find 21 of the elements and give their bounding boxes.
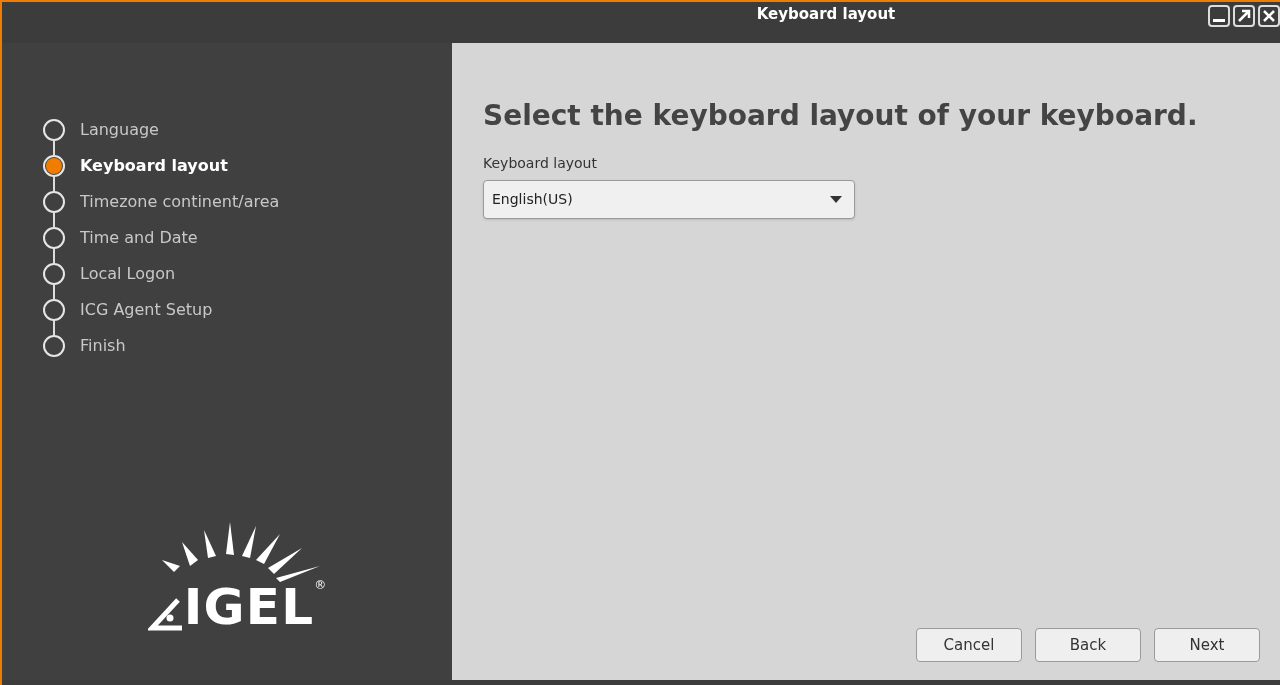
step-label: ICG Agent Setup	[80, 299, 213, 321]
close-icon[interactable]	[1258, 5, 1280, 27]
step-label: Language	[80, 119, 159, 141]
step-label: Keyboard layout	[80, 155, 228, 177]
window-title: Keyboard layout	[756, 3, 896, 25]
logo-text: IGEL	[183, 582, 315, 632]
page-heading: Select the keyboard layout of your keyboard.	[483, 98, 1199, 134]
wizard-button[interactable]: Cancel	[916, 628, 1022, 662]
dropdown-arrow-icon	[830, 195, 842, 204]
registered-mark: ®	[314, 577, 327, 594]
minimize-icon[interactable]	[1208, 5, 1230, 27]
step-label: Local Logon	[80, 263, 176, 285]
maximize-icon[interactable]	[1233, 5, 1255, 27]
step-label: Timezone continent/area	[80, 191, 280, 213]
wizard-button[interactable]: Next	[1154, 628, 1260, 662]
field-label: Keyboard layout	[483, 154, 597, 173]
logo-angle-icon	[147, 598, 184, 632]
keyboard-layout-dropdown[interactable]: English(US)	[483, 180, 855, 219]
step-label: Time and Date	[80, 227, 198, 249]
step-label: Finish	[80, 335, 126, 357]
wizard-button[interactable]: Back	[1035, 628, 1141, 662]
